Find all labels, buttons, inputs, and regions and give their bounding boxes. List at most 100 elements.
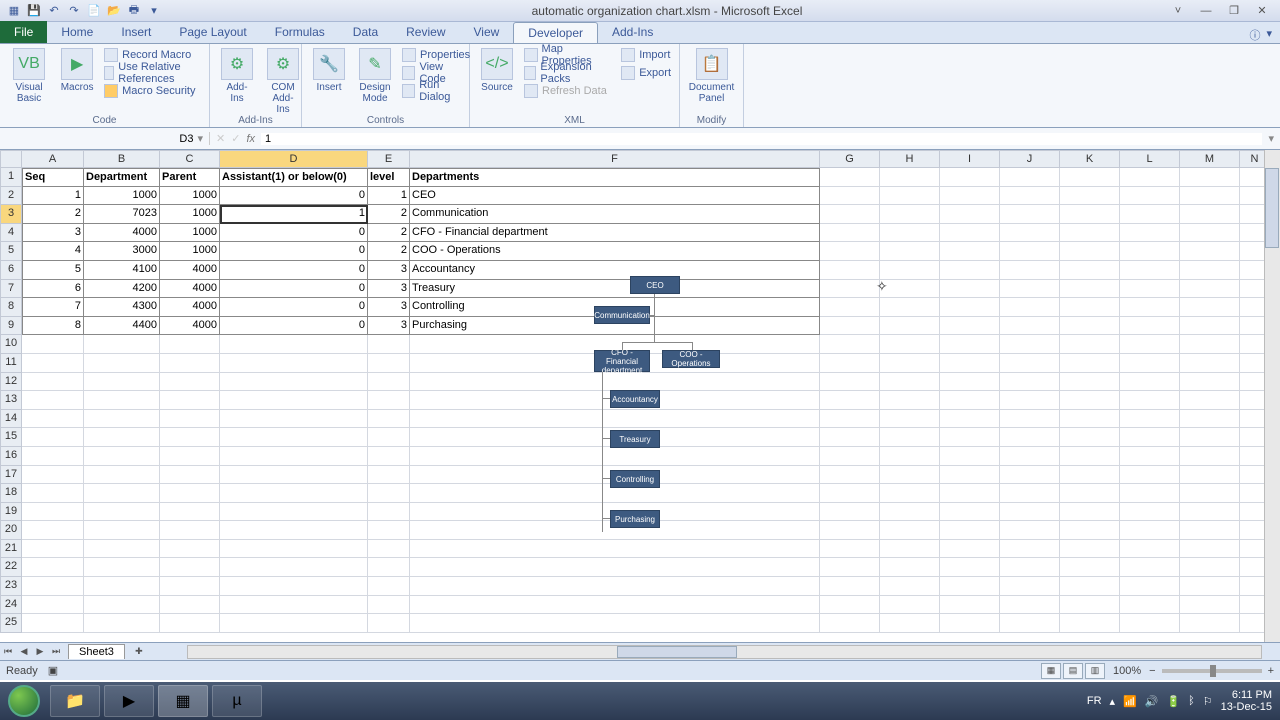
- row-header-24[interactable]: 24: [0, 596, 22, 615]
- cell-H13[interactable]: [880, 391, 940, 410]
- col-header-L[interactable]: L: [1120, 150, 1180, 168]
- cell-C18[interactable]: [160, 484, 220, 503]
- spreadsheet-grid[interactable]: ABCDEFGHIJKLMN 1234567891011121314151617…: [0, 150, 1280, 642]
- new-sheet-icon[interactable]: ✚: [131, 646, 147, 657]
- minimize-icon[interactable]: —: [1194, 3, 1218, 19]
- visual-basic-button[interactable]: VBVisual Basic: [6, 46, 52, 106]
- cell-E6[interactable]: 3: [368, 261, 410, 280]
- cell-D16[interactable]: [220, 447, 368, 466]
- cell-J17[interactable]: [1000, 466, 1060, 485]
- cell-A23[interactable]: [22, 577, 84, 596]
- cell-M2[interactable]: [1180, 187, 1240, 206]
- cell-A14[interactable]: [22, 410, 84, 429]
- next-sheet-icon[interactable]: ▶: [32, 646, 48, 657]
- cell-L3[interactable]: [1120, 205, 1180, 224]
- tray-volume-icon[interactable]: 🔊: [1145, 695, 1159, 708]
- cell-I19[interactable]: [940, 503, 1000, 522]
- ribbon-tab-formulas[interactable]: Formulas: [261, 22, 339, 43]
- tray-battery-icon[interactable]: 🔋: [1166, 695, 1180, 708]
- qat-dropdown-icon[interactable]: ▾: [146, 3, 162, 19]
- cell-H4[interactable]: [880, 224, 940, 243]
- cell-B10[interactable]: [84, 335, 160, 354]
- col-header-D[interactable]: D: [220, 150, 368, 168]
- cell-E20[interactable]: [368, 521, 410, 540]
- cell-I2[interactable]: [940, 187, 1000, 206]
- cell-A4[interactable]: 3: [22, 224, 84, 243]
- cell-E24[interactable]: [368, 596, 410, 615]
- cell-F25[interactable]: [410, 614, 820, 633]
- cell-G13[interactable]: [820, 391, 880, 410]
- cell-L12[interactable]: [1120, 373, 1180, 392]
- cell-C1[interactable]: Parent: [160, 168, 220, 187]
- cell-J24[interactable]: [1000, 596, 1060, 615]
- export-xml-button[interactable]: Export: [619, 64, 673, 82]
- cell-J21[interactable]: [1000, 540, 1060, 559]
- cell-A19[interactable]: [22, 503, 84, 522]
- select-all-corner[interactable]: [0, 150, 22, 168]
- cell-H10[interactable]: [880, 335, 940, 354]
- cell-F1[interactable]: Departments: [410, 168, 820, 187]
- cell-C7[interactable]: 4000: [160, 280, 220, 299]
- cell-H9[interactable]: [880, 317, 940, 336]
- cell-A3[interactable]: 2: [22, 205, 84, 224]
- cell-G16[interactable]: [820, 447, 880, 466]
- cell-H8[interactable]: [880, 298, 940, 317]
- cell-D11[interactable]: [220, 354, 368, 373]
- cell-F23[interactable]: [410, 577, 820, 596]
- cell-M24[interactable]: [1180, 596, 1240, 615]
- cell-E8[interactable]: 3: [368, 298, 410, 317]
- cell-A17[interactable]: [22, 466, 84, 485]
- last-sheet-icon[interactable]: ⏭: [48, 646, 64, 657]
- row-header-2[interactable]: 2: [0, 187, 22, 206]
- cell-M17[interactable]: [1180, 466, 1240, 485]
- cell-I3[interactable]: [940, 205, 1000, 224]
- addins-button[interactable]: ⚙Add-Ins: [216, 46, 258, 117]
- cell-M9[interactable]: [1180, 317, 1240, 336]
- cell-B3[interactable]: 7023: [84, 205, 160, 224]
- cell-J16[interactable]: [1000, 447, 1060, 466]
- cell-H23[interactable]: [880, 577, 940, 596]
- com-addins-button[interactable]: ⚙COM Add-Ins: [262, 46, 304, 117]
- cell-J14[interactable]: [1000, 410, 1060, 429]
- cell-E4[interactable]: 2: [368, 224, 410, 243]
- cell-G5[interactable]: [820, 242, 880, 261]
- cell-E1[interactable]: level: [368, 168, 410, 187]
- row-header-14[interactable]: 14: [0, 410, 22, 429]
- cell-F15[interactable]: [410, 428, 820, 447]
- cell-D10[interactable]: [220, 335, 368, 354]
- macro-security-button[interactable]: Macro Security: [102, 82, 203, 100]
- row-header-17[interactable]: 17: [0, 466, 22, 485]
- cell-A25[interactable]: [22, 614, 84, 633]
- formula-input[interactable]: [261, 133, 1262, 145]
- zoom-out-button[interactable]: −: [1149, 665, 1155, 677]
- cell-D9[interactable]: 0: [220, 317, 368, 336]
- redo-icon[interactable]: ↷: [66, 3, 82, 19]
- cell-M11[interactable]: [1180, 354, 1240, 373]
- vertical-scrollbar[interactable]: [1264, 150, 1280, 642]
- enter-formula-icon[interactable]: ✓: [231, 132, 240, 145]
- cell-B4[interactable]: 4000: [84, 224, 160, 243]
- cell-J18[interactable]: [1000, 484, 1060, 503]
- cell-B16[interactable]: [84, 447, 160, 466]
- cell-M8[interactable]: [1180, 298, 1240, 317]
- row-header-3[interactable]: 3: [0, 205, 22, 224]
- cell-J12[interactable]: [1000, 373, 1060, 392]
- cell-I18[interactable]: [940, 484, 1000, 503]
- relative-refs-button[interactable]: Use Relative References: [102, 64, 203, 82]
- cell-K14[interactable]: [1060, 410, 1120, 429]
- cell-K23[interactable]: [1060, 577, 1120, 596]
- cell-K13[interactable]: [1060, 391, 1120, 410]
- cell-K8[interactable]: [1060, 298, 1120, 317]
- cell-D6[interactable]: 0: [220, 261, 368, 280]
- ribbon-tab-review[interactable]: Review: [392, 22, 459, 43]
- cell-A20[interactable]: [22, 521, 84, 540]
- cell-L5[interactable]: [1120, 242, 1180, 261]
- cell-G10[interactable]: [820, 335, 880, 354]
- cell-K20[interactable]: [1060, 521, 1120, 540]
- cell-C16[interactable]: [160, 447, 220, 466]
- cell-G18[interactable]: [820, 484, 880, 503]
- cell-E23[interactable]: [368, 577, 410, 596]
- fx-icon[interactable]: fx: [246, 133, 255, 145]
- cell-L24[interactable]: [1120, 596, 1180, 615]
- cell-M3[interactable]: [1180, 205, 1240, 224]
